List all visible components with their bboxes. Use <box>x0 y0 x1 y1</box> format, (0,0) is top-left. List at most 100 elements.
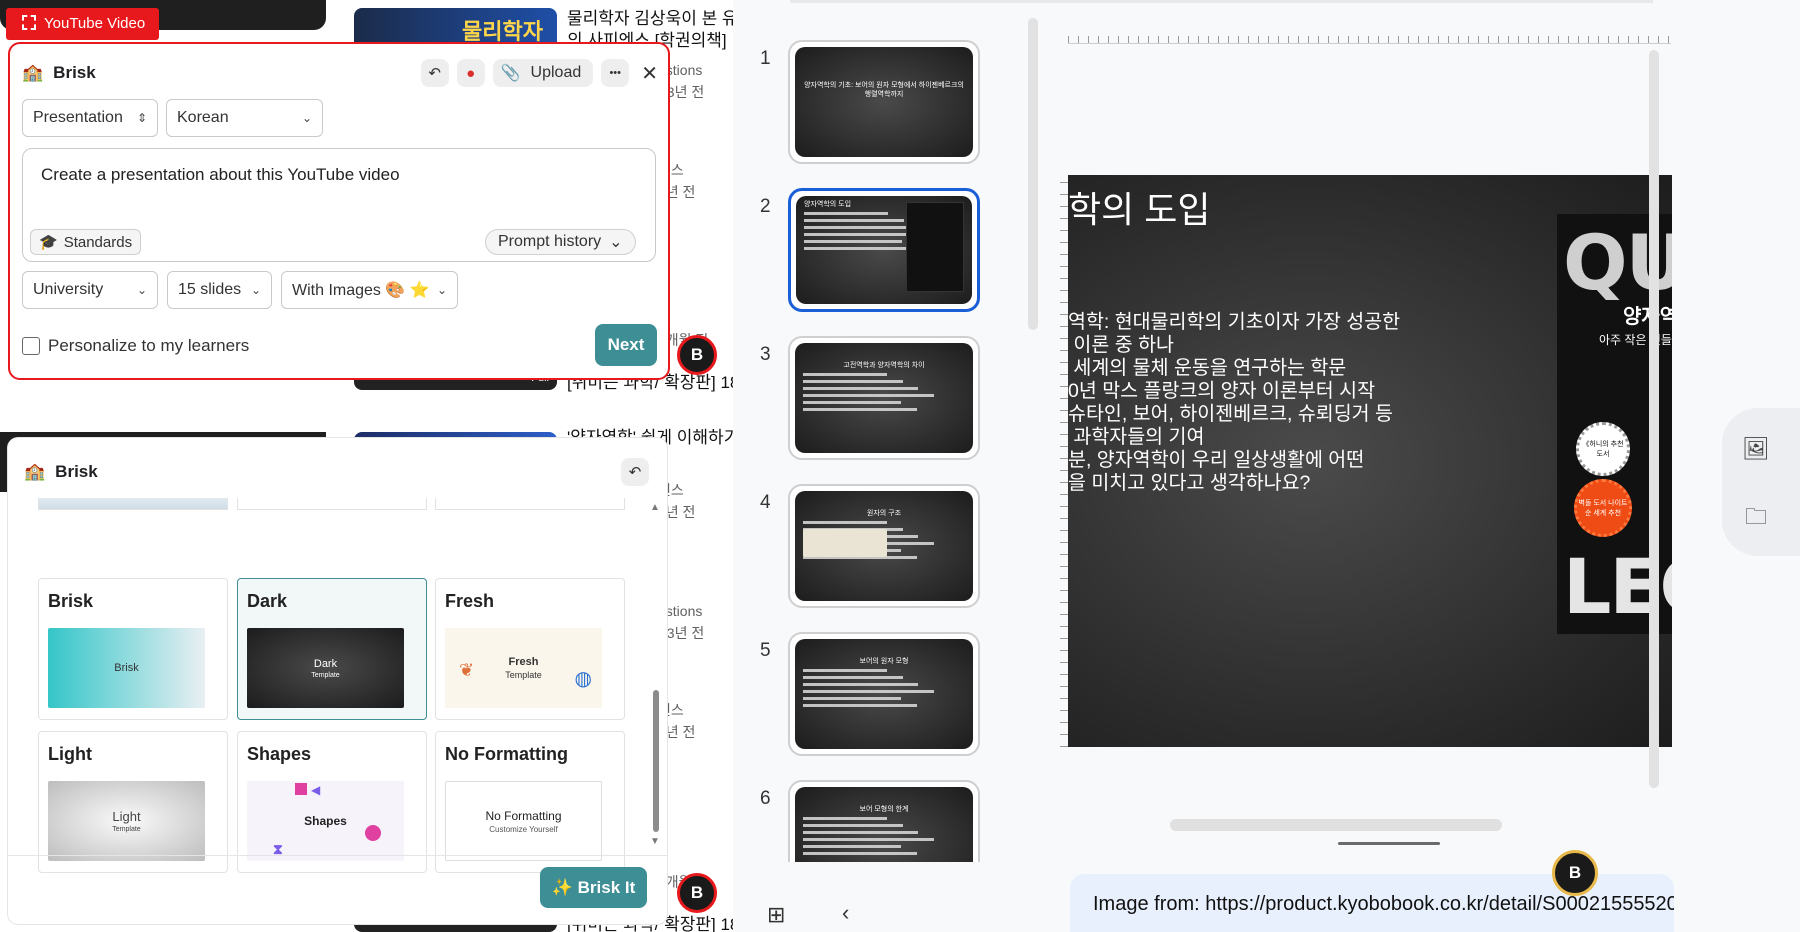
record-icon[interactable]: ● <box>456 59 485 87</box>
circle-shape-icon <box>365 825 381 841</box>
paperclip-icon: 📎 <box>500 65 521 82</box>
template-scrollbar[interactable] <box>653 690 659 832</box>
brisk-launcher-button[interactable]: B <box>677 335 717 375</box>
slide-thumbnail[interactable]: 양자역학의 기초: 보어의 원자 모형에서 하이젠베르크의 행렬역학까지 <box>788 40 980 164</box>
template-preview: Dark Template <box>247 628 404 708</box>
language-select[interactable]: Korean ⌄ <box>166 99 323 137</box>
images-select[interactable]: With Images 🎨 ⭐ ⌄ <box>281 271 458 309</box>
next-button[interactable]: Next <box>595 324 657 366</box>
template-name: Dark <box>247 591 288 611</box>
notes-text[interactable]: Image from: https://product.kyobobook.co… <box>1093 892 1674 916</box>
template-preview: ❦ ◍ Fresh Template <box>445 628 602 708</box>
panel-header: 🏫 Brisk ↶ ● 📎 Upload ••• ✕ <box>22 58 658 88</box>
slide-thumbnail-preview: 보어 모형의 한계 <box>795 787 973 862</box>
prompt-input[interactable]: Create a presentation about this YouTube… <box>22 148 656 262</box>
video-title[interactable]: 물리학자 김상욱이 본 유 <box>567 8 733 30</box>
template-card-fresh[interactable]: Fresh ❦ ◍ Fresh Template <box>435 578 625 720</box>
template-card-brisk[interactable]: Brisk Brisk <box>38 578 228 720</box>
template-preview: Brisk <box>48 628 205 708</box>
upload-button[interactable]: 📎 Upload <box>492 59 594 87</box>
brisk-it-button[interactable]: ✨ Brisk It <box>540 867 647 908</box>
prompt-history-button[interactable]: Prompt history ⌄ <box>485 229 636 255</box>
template-name: Light <box>48 744 92 764</box>
slide-thumbnail[interactable]: 고전역학과 양자역학의 차이 <box>788 336 980 460</box>
close-icon[interactable]: ✕ <box>641 61 658 86</box>
template-card-partial[interactable] <box>435 498 625 510</box>
undo-icon[interactable]: ↶ <box>420 59 449 87</box>
horizontal-ruler <box>1068 28 1671 44</box>
slides-count-select[interactable]: 15 slides ⌄ <box>167 271 272 309</box>
template-card-light[interactable]: Light Light Template <box>38 731 228 873</box>
template-name: Brisk <box>48 591 94 611</box>
template-card-partial[interactable] <box>38 498 228 510</box>
school-icon: 🏫 <box>24 462 46 481</box>
standards-button[interactable]: 🎓 Standards <box>30 229 142 255</box>
template-preview-text: Brisk <box>114 662 139 674</box>
slide-bullet: 역학: 현대물리학의 기초이자 가장 성공한 <box>1068 311 1401 333</box>
template-preview: ◀ ⧗ Shapes <box>247 781 404 861</box>
template-preview-text: Shapes <box>304 814 347 828</box>
panel-title: Brisk <box>55 462 98 481</box>
badge-label: YouTube Video <box>44 15 146 32</box>
prompt-text[interactable]: Create a presentation about this YouTube… <box>41 165 400 185</box>
slide-thumbnail[interactable]: 보어의 원자 모형 <box>788 632 980 756</box>
brisk-template-panel: 🏫 Brisk ↶ Brisk Brisk Dark Dark Template… <box>8 438 667 924</box>
graduation-cap-icon: 🎓 <box>39 234 58 251</box>
leaf-icon: ❦ <box>459 660 475 680</box>
slide-thumbnail[interactable]: 보어 모형의 한계 <box>788 780 980 862</box>
updown-chevron-icon: ⇕ <box>136 111 147 125</box>
slide-canvas[interactable]: 학의 도입 역학: 현대물리학의 기초이자 가장 성공한 이론 중 하나 세계의… <box>1068 175 1672 747</box>
personalize-checkbox[interactable] <box>22 337 40 355</box>
level-select[interactable]: University ⌄ <box>22 271 158 309</box>
template-preview-text: No Formatting <box>485 808 562 823</box>
slide-thumbnail-title: 보어의 원자 모형 <box>859 658 909 665</box>
footer-divider <box>8 855 667 856</box>
canvas-vertical-scrollbar[interactable] <box>1649 50 1659 788</box>
canvas-horizontal-scrollbar[interactable] <box>1170 819 1502 831</box>
upload-label: Upload <box>530 64 582 81</box>
slide-thumbnail[interactable]: 양자역학의 도입 <box>788 188 980 312</box>
slide-bullet: 0년 막스 플랑크의 양자 이론부터 시작 <box>1068 380 1376 402</box>
type-select[interactable]: Presentation ⇕ <box>22 99 158 137</box>
chevron-down-icon: ⌄ <box>436 283 447 297</box>
filmstrip-scrollbar[interactable] <box>1028 18 1038 330</box>
brisk-launcher-button[interactable]: B <box>677 873 717 913</box>
image-search-icon[interactable]: 🖼 <box>1742 436 1770 462</box>
slide-number: 4 <box>760 492 771 513</box>
slide-bullet: 세계의 물체 운동을 연구하는 학문 <box>1068 357 1347 379</box>
template-preview-sub: Customize Yourself <box>489 824 558 834</box>
chevron-down-icon: ⌄ <box>301 111 312 125</box>
template-card-shapes[interactable]: Shapes ◀ ⧗ Shapes <box>237 731 427 873</box>
scroll-up-arrow[interactable]: ▲ <box>650 502 660 513</box>
brisk-create-panel: 🏫 Brisk ↶ ● 📎 Upload ••• ✕ Presentation … <box>8 42 670 380</box>
slide-body[interactable]: 역학: 현대물리학의 기초이자 가장 성공한 이론 중 하나 세계의 물체 운동… <box>1068 311 1400 495</box>
notes-resize-handle[interactable] <box>1338 842 1440 845</box>
book-korean-subtitle: 아주 작은 것들이 <box>1599 333 1672 347</box>
personalize-label: Personalize to my learners <box>48 336 250 355</box>
collapse-filmstrip-icon[interactable]: ‹ <box>842 900 849 926</box>
slide-thumbnail-title: 고전역학과 양자역학의 차이 <box>843 362 925 369</box>
personalize-option[interactable]: Personalize to my learners <box>22 336 249 356</box>
chevron-down-icon: ⌄ <box>609 234 623 251</box>
template-grid: Brisk Brisk Dark Dark Template Fresh ❦ ◍… <box>8 498 654 900</box>
slide-title[interactable]: 학의 도입 <box>1068 181 1210 233</box>
vertical-ruler <box>1060 175 1068 747</box>
brisk-launcher-button[interactable]: B <box>1552 850 1598 896</box>
slide-filmstrip: 1 양자역학의 기초: 보어의 원자 모형에서 하이젠베르크의 행렬역학까지 2 양자… <box>748 30 1030 862</box>
template-card-dark[interactable]: Dark Dark Template <box>237 578 427 720</box>
school-icon: 🏫 <box>22 63 44 82</box>
folder-icon[interactable]: 🗀 <box>1742 500 1770 529</box>
square-shape-icon <box>295 783 307 795</box>
scroll-down-arrow[interactable]: ▼ <box>650 836 660 847</box>
undo-icon[interactable]: ↶ <box>621 458 649 486</box>
more-icon[interactable]: ••• <box>601 59 630 87</box>
slide-bullet: 과학자들의 기여 <box>1068 426 1205 448</box>
chevron-down-icon: ⌄ <box>136 283 147 297</box>
slide-thumbnail-image <box>906 202 964 292</box>
template-card-no-formatting[interactable]: No Formatting No Formatting Customize Yo… <box>435 731 625 873</box>
template-card-partial[interactable] <box>237 498 427 510</box>
book-seal: 《허니의 추천 도서 <box>1576 422 1630 476</box>
grid-view-icon[interactable]: ⊞ <box>767 902 785 928</box>
slide-thumbnail[interactable]: 원자의 구조 <box>788 484 980 608</box>
slide-thumbnail-bullets <box>803 373 934 415</box>
